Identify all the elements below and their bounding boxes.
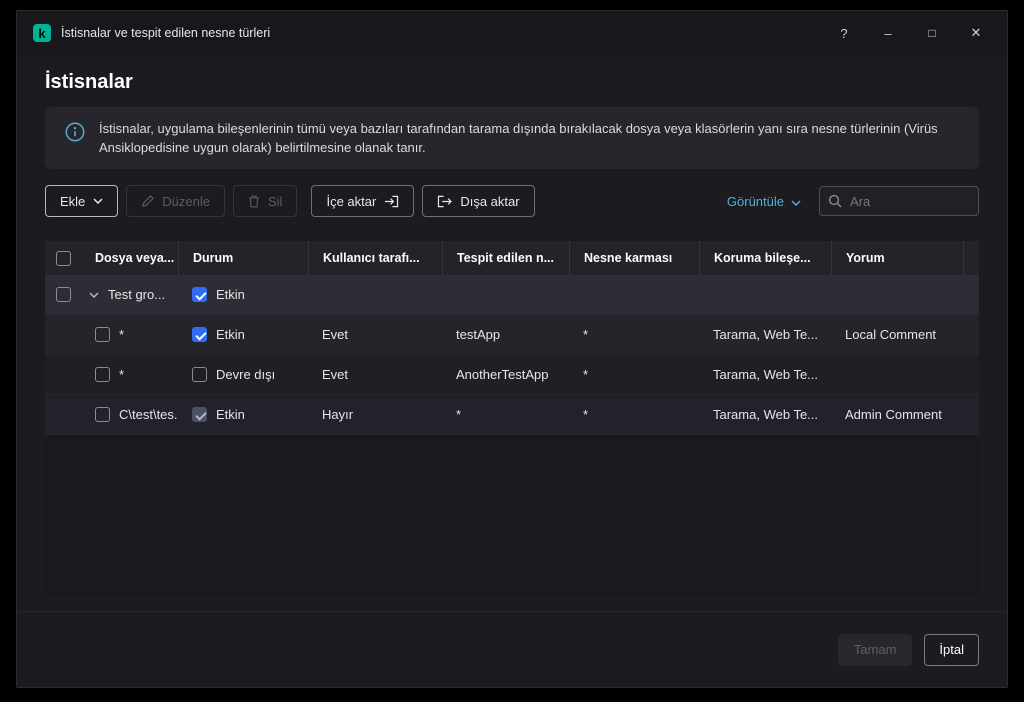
- info-banner-text: İstisnalar, uygulama bileşenlerinin tümü…: [99, 119, 959, 157]
- row-comment: Local Comment: [831, 327, 963, 342]
- chevron-down-icon: [93, 198, 103, 204]
- exclusions-table: Dosya veya... Durum Kullanıcı tarafı... …: [45, 241, 979, 595]
- column-header-detected[interactable]: Tespit edilen n...: [442, 241, 569, 275]
- status-label: Etkin: [216, 327, 245, 342]
- column-header-components[interactable]: Koruma bileşe...: [699, 241, 831, 275]
- table-row[interactable]: * Etkin Evet testApp * Tarama, Web Te...…: [45, 315, 979, 355]
- column-header-comment[interactable]: Yorum: [831, 241, 963, 275]
- row-detected: AnotherTestApp: [442, 367, 569, 382]
- column-header-hash[interactable]: Nesne karması: [569, 241, 699, 275]
- search-input[interactable]: [819, 186, 979, 216]
- row-components: Tarama, Web Te...: [699, 407, 831, 422]
- select-all-checkbox[interactable]: [56, 251, 71, 266]
- pencil-icon: [141, 195, 154, 208]
- status-checkbox[interactable]: [192, 287, 207, 302]
- column-header-user[interactable]: Kullanıcı tarafı...: [308, 241, 442, 275]
- import-icon: [384, 195, 399, 208]
- help-button[interactable]: ?: [827, 18, 861, 48]
- dialog-footer: Tamam İptal: [17, 611, 1007, 687]
- row-hash: *: [569, 327, 699, 342]
- ok-button[interactable]: Tamam: [838, 634, 913, 666]
- window-title: İstisnalar ve tespit edilen nesne türler…: [61, 26, 270, 40]
- status-label: Etkin: [216, 407, 245, 422]
- exclusions-window: k İstisnalar ve tespit edilen nesne türl…: [16, 10, 1008, 688]
- row-user: Evet: [308, 367, 442, 382]
- status-label: Etkin: [216, 287, 245, 302]
- row-checkbox[interactable]: [95, 327, 110, 342]
- title-bar: k İstisnalar ve tespit edilen nesne türl…: [17, 11, 1007, 55]
- table-row[interactable]: * Devre dışı Evet AnotherTestApp * Taram…: [45, 355, 979, 395]
- row-detected: testApp: [442, 327, 569, 342]
- table-empty-area: [45, 435, 979, 595]
- table-group-row[interactable]: Test gro... Etkin: [45, 275, 979, 315]
- row-components: Tarama, Web Te...: [699, 367, 831, 382]
- row-path: *: [119, 367, 124, 382]
- export-button[interactable]: Dışa aktar: [422, 185, 534, 217]
- row-checkbox[interactable]: [95, 367, 110, 382]
- info-icon: [65, 122, 85, 147]
- row-path: *: [119, 327, 124, 342]
- row-user: Evet: [308, 327, 442, 342]
- chevron-down-icon: [791, 194, 801, 209]
- row-comment: Admin Comment: [831, 407, 963, 422]
- maximize-button[interactable]: □: [915, 18, 949, 48]
- row-path: C\test\tes...: [119, 407, 178, 422]
- trash-icon: [248, 195, 260, 208]
- add-button[interactable]: Ekle: [45, 185, 118, 217]
- row-hash: *: [569, 367, 699, 382]
- minimize-button[interactable]: –: [871, 18, 905, 48]
- search-icon: [828, 194, 842, 213]
- delete-button[interactable]: Sil: [233, 185, 297, 217]
- table-header: Dosya veya... Durum Kullanıcı tarafı... …: [45, 241, 979, 275]
- close-button[interactable]: ✕: [959, 18, 993, 48]
- row-user: Hayır: [308, 407, 442, 422]
- info-banner: İstisnalar, uygulama bileşenlerinin tümü…: [45, 107, 979, 169]
- row-hash: *: [569, 407, 699, 422]
- scrollbar-gutter: [963, 241, 981, 275]
- status-checkbox[interactable]: [192, 367, 207, 382]
- row-components: Tarama, Web Te...: [699, 327, 831, 342]
- kaspersky-logo-icon: k: [33, 24, 51, 42]
- status-checkbox: [192, 407, 207, 422]
- group-name: Test gro...: [108, 287, 165, 302]
- cancel-button[interactable]: İptal: [924, 634, 979, 666]
- expand-chevron-icon[interactable]: [89, 292, 99, 298]
- column-header-path[interactable]: Dosya veya...: [81, 241, 178, 275]
- export-icon: [437, 195, 452, 208]
- column-header-status[interactable]: Durum: [178, 241, 308, 275]
- page-title: İstisnalar: [45, 67, 979, 97]
- status-checkbox[interactable]: [192, 327, 207, 342]
- status-label: Devre dışı: [216, 367, 275, 382]
- edit-button[interactable]: Düzenle: [126, 185, 225, 217]
- view-dropdown[interactable]: Görüntüle: [727, 194, 801, 209]
- import-button[interactable]: İçe aktar: [311, 185, 414, 217]
- table-row[interactable]: C\test\tes... Etkin Hayır * * Tarama, We…: [45, 395, 979, 435]
- row-checkbox[interactable]: [95, 407, 110, 422]
- row-checkbox[interactable]: [56, 287, 71, 302]
- row-detected: *: [442, 407, 569, 422]
- search-box: [819, 186, 979, 216]
- toolbar: Ekle Düzenle Sil İçe aktar: [45, 185, 979, 217]
